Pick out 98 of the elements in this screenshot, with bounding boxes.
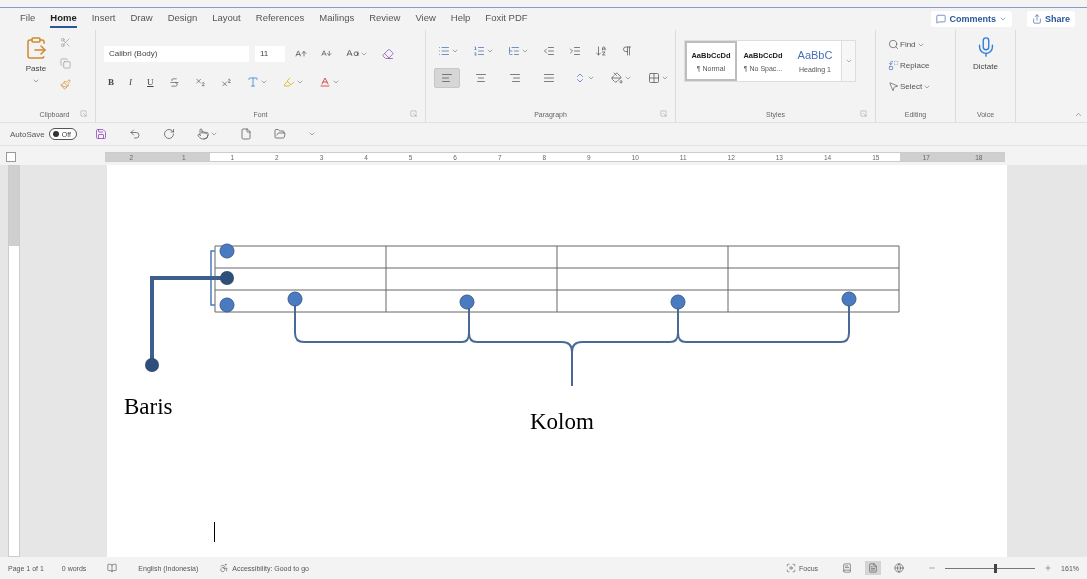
- menu-tab[interactable]: View: [415, 10, 436, 28]
- save-icon: [94, 128, 107, 140]
- multilevel-list-icon: [508, 45, 520, 57]
- align-icon: [441, 72, 453, 84]
- numbered-list-icon: [473, 45, 485, 57]
- caret-icon: [209, 130, 218, 138]
- redo-icon: [162, 128, 175, 140]
- paint-bucket-icon: [611, 72, 623, 84]
- pointer-icon: [888, 81, 899, 92]
- indent-decrease-icon: [543, 45, 555, 57]
- align-left-button[interactable]: [434, 68, 460, 88]
- superscript-icon: [220, 76, 232, 88]
- view-icon: [868, 563, 879, 573]
- dialog-launcher-icon: [80, 110, 87, 117]
- sort-icon: [595, 45, 607, 57]
- collapse-ribbon-button[interactable]: [1074, 110, 1083, 119]
- menu-tab[interactable]: Review: [369, 10, 401, 28]
- caret-icon: [307, 130, 316, 138]
- align-icon: [475, 72, 487, 84]
- eraser-icon: [382, 47, 394, 60]
- hand-pointer-icon: [196, 128, 209, 140]
- caret-icon: [259, 78, 268, 86]
- menu-tab[interactable]: Foxit PDF: [485, 10, 528, 28]
- menu-tab[interactable]: References: [255, 10, 305, 28]
- view-icon: [842, 563, 853, 573]
- highlighter-icon: [282, 76, 295, 88]
- row-label: Baris: [124, 394, 173, 420]
- pilcrow-icon: [621, 45, 633, 57]
- focus-icon: [786, 563, 797, 573]
- comment-icon: [936, 14, 947, 24]
- indent-increase-icon: [569, 45, 581, 57]
- menu-tab[interactable]: Help: [450, 10, 471, 28]
- paste-button[interactable]: Paste: [22, 34, 50, 108]
- book-icon: [107, 563, 118, 573]
- print-layout-button[interactable]: [865, 561, 882, 575]
- menu-tab[interactable]: Mailings: [319, 10, 355, 28]
- format-button[interactable]: U: [143, 75, 158, 89]
- caret-icon: [486, 47, 494, 55]
- font-name-field[interactable]: Calibri (Body): [104, 45, 249, 62]
- caret-icon: [999, 15, 1007, 23]
- accessibility-icon: [219, 563, 230, 573]
- tab-selector[interactable]: [6, 152, 16, 162]
- view-icon: [894, 563, 905, 573]
- clipboard-icon: [24, 36, 48, 60]
- column-label: Kolom: [530, 409, 594, 435]
- zoom-thumb[interactable]: [993, 563, 997, 573]
- text-cursor: [214, 522, 215, 542]
- share-button[interactable]: Share: [1027, 11, 1075, 27]
- minus-icon: [928, 564, 937, 572]
- dictate-button[interactable]: Dictate: [971, 34, 1000, 108]
- letter-icon: [246, 76, 259, 88]
- plus-icon: [1044, 564, 1053, 572]
- caret-icon: [451, 47, 459, 55]
- menu-tab[interactable]: File: [20, 10, 36, 28]
- find-button[interactable]: Find: [884, 36, 929, 53]
- strikethrough-icon: [168, 76, 180, 88]
- caret-icon: [331, 78, 340, 86]
- font-color-icon: [318, 76, 331, 88]
- caret-icon: [844, 57, 853, 65]
- caret-icon: [661, 74, 669, 82]
- subscript-icon: [194, 76, 206, 88]
- search-icon: [888, 39, 899, 50]
- font-shrink-icon: [321, 48, 332, 59]
- caret-icon: [521, 47, 529, 55]
- folder-icon: [273, 128, 286, 140]
- menu-tab[interactable]: Home: [50, 10, 77, 28]
- caret-icon: [587, 74, 595, 82]
- menu-tab[interactable]: Insert: [91, 10, 116, 28]
- font-grow-icon: [295, 47, 307, 60]
- undo-icon: [128, 128, 141, 140]
- menu-tab[interactable]: Design: [167, 10, 198, 28]
- font-size-field[interactable]: 11: [255, 45, 285, 62]
- select-button[interactable]: Select: [884, 78, 936, 95]
- format-button[interactable]: B: [104, 75, 118, 89]
- caret-icon: [32, 77, 40, 85]
- line-spacing-icon: [574, 72, 586, 84]
- scissors-icon: [60, 37, 71, 48]
- autosave-label: AutoSave: [10, 129, 45, 139]
- dialog-launcher-icon: [860, 110, 867, 117]
- caret-icon: [295, 78, 304, 86]
- menu-tab[interactable]: Layout: [212, 10, 241, 28]
- menu-tab[interactable]: Draw: [130, 10, 153, 28]
- align-icon: [543, 72, 555, 84]
- chevron-up-icon: [1074, 110, 1083, 119]
- replace-button[interactable]: Replace: [884, 57, 934, 74]
- caret-icon: [624, 74, 632, 82]
- dialog-launcher-icon: [660, 110, 667, 117]
- bullet-list-icon: [438, 45, 450, 57]
- replace-icon: [888, 60, 899, 71]
- align-icon: [509, 72, 521, 84]
- format-button[interactable]: I: [125, 75, 136, 89]
- paintbrush-icon: [60, 79, 71, 90]
- copy-icon: [60, 58, 71, 69]
- comments-button[interactable]: Comments: [931, 11, 1012, 27]
- dialog-launcher-icon: [410, 110, 417, 117]
- document-icon: [239, 128, 252, 140]
- share-icon: [1032, 14, 1042, 24]
- borders-icon: [648, 72, 660, 84]
